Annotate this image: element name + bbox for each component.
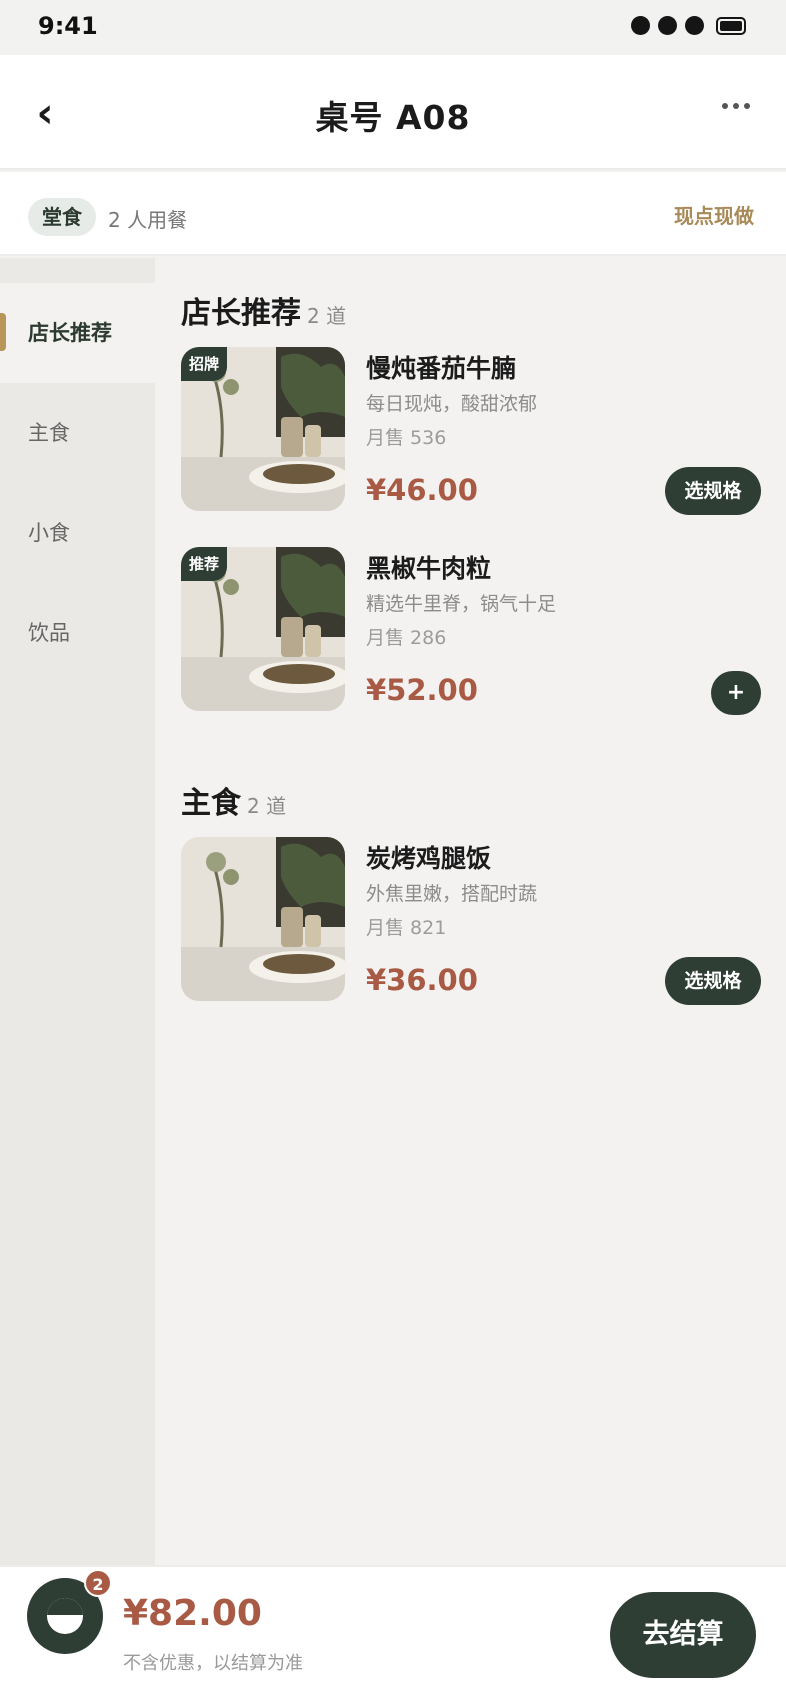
dish-description: 外焦里嫩，搭配时蔬 — [366, 883, 538, 905]
dish-name: 黑椒牛肉粒 — [366, 554, 492, 583]
sidebar-item-label: 饮品 — [28, 621, 70, 645]
dish-card[interactable]: 炭烤鸡腿饭 外焦里嫩，搭配时蔬 月售 821 ¥36.00 选规格 — [181, 837, 761, 1005]
dish-price: ¥36.00 — [366, 963, 478, 997]
checkout-button[interactable]: 去结算 — [610, 1592, 756, 1678]
cart-count-badge: 2 — [84, 1569, 112, 1597]
diners-count: 2 人用餐 — [108, 208, 188, 232]
dish-name: 慢炖番茄牛腩 — [366, 354, 517, 383]
sidebar-item-recommend[interactable]: 店长推荐 — [0, 283, 155, 383]
sidebar-item-label: 店长推荐 — [28, 321, 112, 345]
dish-sales: 月售 286 — [366, 627, 447, 649]
cart-total-note: 不含优惠，以结算为准 — [123, 1653, 303, 1674]
sidebar-item-snacks[interactable]: 小食 — [0, 483, 155, 583]
cart-total-price: ¥82.00 — [123, 1593, 262, 1634]
dish-description: 精选牛里脊，锅气十足 — [366, 593, 557, 615]
more-dot-icon — [733, 103, 739, 109]
sidebar-item-drinks[interactable]: 饮品 — [0, 583, 155, 683]
dish-image — [181, 837, 345, 1001]
section-count: 2 道 — [307, 304, 347, 328]
add-to-cart-button[interactable]: + — [711, 671, 761, 715]
dish-badge: 推荐 — [181, 547, 228, 581]
dish-price: ¥46.00 — [366, 473, 478, 507]
select-spec-button[interactable]: 选规格 — [665, 957, 761, 1005]
active-indicator — [0, 313, 6, 351]
location-icon — [685, 16, 704, 35]
section-title: 店长推荐 2 道 — [181, 288, 346, 332]
section-count: 2 道 — [247, 794, 287, 818]
sidebar-item-label: 主食 — [28, 421, 70, 445]
dish-price: ¥52.00 — [366, 673, 478, 707]
dish-description: 每日现炖，酸甜浓郁 — [366, 393, 538, 415]
select-spec-button[interactable]: 选规格 — [665, 467, 761, 515]
more-dot-icon — [744, 103, 750, 109]
signal-icon — [631, 16, 650, 35]
section-title-text: 主食 — [181, 786, 241, 821]
sidebar-item-staple[interactable]: 主食 — [0, 383, 155, 483]
dish-card[interactable]: 招牌 慢炖番茄牛腩 每日现炖，酸甜浓郁 月售 536 ¥46.00 选规格 — [181, 347, 761, 515]
status-time: 9:41 — [38, 12, 98, 40]
dish-sales: 月售 821 — [366, 917, 447, 939]
status-bar: 9:41 — [0, 0, 786, 55]
fresh-made-label: 现点现做 — [674, 204, 754, 228]
dish-badge: 招牌 — [181, 347, 228, 381]
dish-card[interactable]: 推荐 黑椒牛肉粒 精选牛里脊，锅气十足 月售 286 ¥52.00 + — [181, 547, 761, 715]
battery-icon — [716, 16, 746, 35]
cart-bar: 2 ¥82.00 不含优惠，以结算为准 去结算 — [0, 1565, 786, 1704]
section-title: 主食 2 道 — [181, 778, 286, 822]
status-icons — [631, 16, 746, 35]
dine-type-tag: 堂食 — [28, 198, 96, 236]
more-dot-icon — [722, 103, 728, 109]
cart-bowl-icon — [47, 1598, 83, 1634]
navigation-header: ‹ 桌号 A08 — [0, 55, 786, 170]
section-title-text: 店长推荐 — [181, 296, 301, 331]
page-title: 桌号 A08 — [315, 98, 471, 137]
wifi-icon — [658, 16, 677, 35]
dish-name: 炭烤鸡腿饭 — [366, 844, 492, 873]
more-button[interactable] — [722, 103, 750, 109]
dish-sales: 月售 536 — [366, 427, 447, 449]
category-sidebar: 店长推荐 主食 小食 饮品 — [0, 258, 155, 1565]
order-info-bar: 堂食 2 人用餐 现点现做 — [0, 172, 786, 256]
sidebar-item-label: 小食 — [28, 521, 70, 545]
